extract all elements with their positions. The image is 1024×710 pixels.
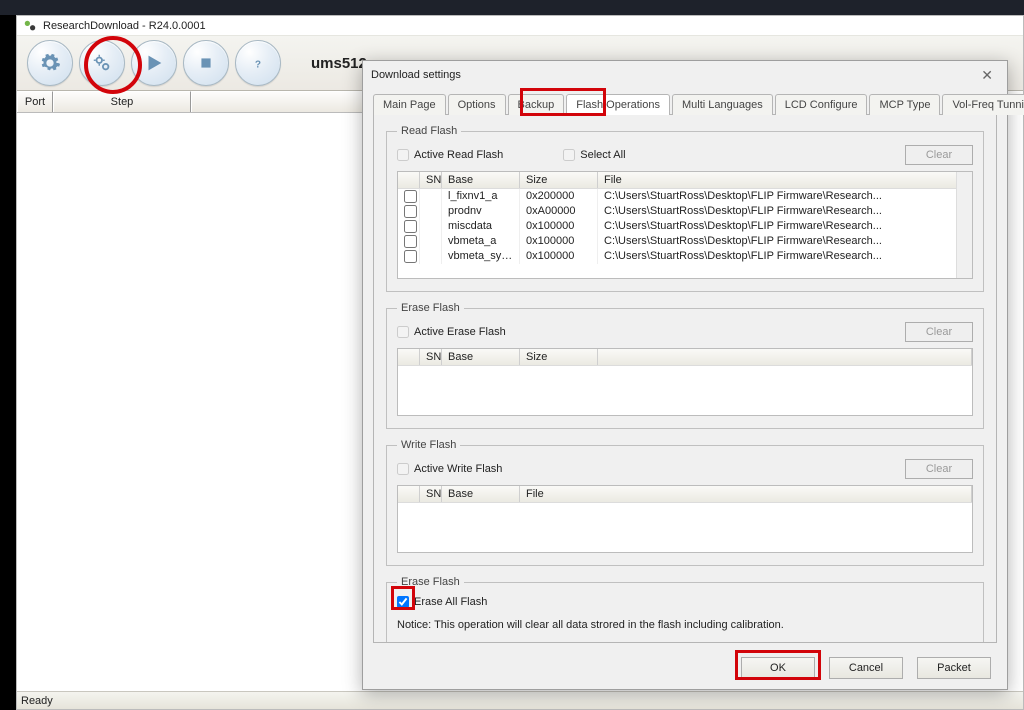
erase-all-notice: Notice: This operation will clear all da… (397, 619, 973, 631)
help-button[interactable]: ? (235, 40, 281, 86)
stop-button[interactable] (183, 40, 229, 86)
col-step[interactable]: Step (53, 91, 191, 112)
col-base[interactable]: Base (442, 172, 520, 188)
col-base[interactable]: Base (442, 486, 520, 502)
group-write-flash: Write Flash Active Write Flash Clear SN … (386, 439, 984, 566)
tab-lcd-configure[interactable]: LCD Configure (775, 94, 868, 115)
gear-button[interactable] (27, 40, 73, 86)
packet-button[interactable]: Packet (917, 657, 991, 679)
tab-vol-freq[interactable]: Vol-Freq Tunning (942, 94, 1024, 115)
ok-button[interactable]: OK (741, 657, 815, 679)
legend-read-flash: Read Flash (397, 125, 461, 137)
cbx-active-read-flash[interactable]: Active Read Flash (397, 149, 503, 161)
close-icon[interactable]: ✕ (975, 67, 999, 84)
svg-text:?: ? (255, 60, 261, 71)
download-settings-dialog: Download settings ✕ Main Page Options Ba… (362, 60, 1008, 690)
titlebar: ResearchDownload - R24.0.0001 (17, 16, 1023, 35)
device-label: ums512 (311, 55, 367, 72)
status-text: Ready (21, 695, 53, 707)
table-row[interactable]: prodnv0xA00000C:\Users\StuartRoss\Deskto… (398, 204, 972, 219)
dialog-buttons: OK Cancel Packet (363, 649, 1007, 689)
cancel-button[interactable]: Cancel (829, 657, 903, 679)
col-sn[interactable]: SN (420, 172, 442, 188)
scrollbar[interactable] (956, 172, 972, 278)
tab-multi-languages[interactable]: Multi Languages (672, 94, 773, 115)
gears-button[interactable] (79, 40, 125, 86)
table-row[interactable]: vbmeta_a0x100000C:\Users\StuartRoss\Desk… (398, 234, 972, 249)
tab-body: Read Flash Active Read Flash Select All … (373, 115, 997, 643)
col-file[interactable]: File (520, 486, 972, 502)
erase-flash-table: SN Base Size (397, 348, 973, 416)
btn-erase-clear[interactable]: Clear (905, 322, 973, 342)
legend-write-flash: Write Flash (397, 439, 460, 451)
btn-read-clear[interactable]: Clear (905, 145, 973, 165)
tab-flash-operations[interactable]: Flash Operations (566, 94, 670, 115)
group-read-flash: Read Flash Active Read Flash Select All … (386, 125, 984, 292)
col-sn[interactable]: SN (420, 486, 442, 502)
col-file[interactable]: File (598, 172, 972, 188)
app-icon (23, 19, 37, 33)
legend-erase-all: Erase Flash (397, 576, 464, 588)
table-row[interactable]: l_fixnv1_a0x200000C:\Users\StuartRoss\De… (398, 189, 972, 204)
status-bar: Ready (17, 691, 1023, 709)
btn-write-clear[interactable]: Clear (905, 459, 973, 479)
browser-chrome (0, 0, 1024, 15)
table-row[interactable]: miscdata0x100000C:\Users\StuartRoss\Desk… (398, 219, 972, 234)
write-flash-table: SN Base File (397, 485, 973, 553)
cbx-select-all[interactable]: Select All (563, 149, 625, 161)
legend-erase-flash: Erase Flash (397, 302, 464, 314)
tab-main-page[interactable]: Main Page (373, 94, 446, 115)
cbx-active-write-flash[interactable]: Active Write Flash (397, 463, 502, 475)
cbx-active-erase-flash[interactable]: Active Erase Flash (397, 326, 506, 338)
window-title: ResearchDownload - R24.0.0001 (43, 20, 206, 32)
col-port[interactable]: Port (17, 91, 53, 112)
dialog-title: Download settings (371, 69, 461, 81)
cbx-erase-all-flash[interactable]: Erase All Flash (397, 596, 487, 608)
tabs: Main Page Options Backup Flash Operation… (373, 93, 997, 114)
col-base[interactable]: Base (442, 349, 520, 365)
col-size[interactable]: Size (520, 349, 598, 365)
tab-options[interactable]: Options (448, 94, 506, 115)
play-button[interactable] (131, 40, 177, 86)
col-sn[interactable]: SN (420, 349, 442, 365)
group-erase-all: Erase Flash Erase All Flash Notice: This… (386, 576, 984, 643)
col-size[interactable]: Size (520, 172, 598, 188)
tab-backup[interactable]: Backup (508, 94, 565, 115)
tab-mcp-type[interactable]: MCP Type (869, 94, 940, 115)
dialog-titlebar: Download settings ✕ (363, 61, 1007, 89)
group-erase-flash: Erase Flash Active Erase Flash Clear SN … (386, 302, 984, 429)
read-flash-table: SN Base Size File l_fixnv1_a0x200000C:\U… (397, 171, 973, 279)
table-row[interactable]: vbmeta_syst...0x100000C:\Users\StuartRos… (398, 249, 972, 264)
